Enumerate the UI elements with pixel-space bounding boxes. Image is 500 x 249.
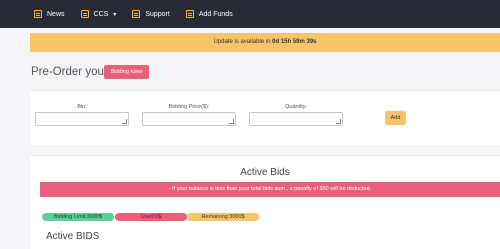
remaining-badge: Remaining:3000$ bbox=[187, 213, 259, 221]
penalty-warning: - If your balance is less than your tota… bbox=[40, 182, 500, 197]
add-button[interactable]: Add bbox=[385, 111, 406, 125]
bin-input[interactable] bbox=[35, 112, 129, 126]
bin-label: Bin: bbox=[77, 104, 87, 110]
nav-item-news[interactable]: News bbox=[34, 10, 65, 18]
nav-item-label: CCS bbox=[93, 10, 109, 18]
bidding-limit-badge: Bidding Limit:3000$ bbox=[42, 213, 114, 221]
banner-text: Update is available in bbox=[213, 39, 273, 45]
quantity-label: Quantity: bbox=[284, 104, 307, 110]
active-bids-card: Active Bids - If your balance is less th… bbox=[30, 155, 500, 249]
countdown: 0d 15h 59m 39s bbox=[272, 39, 317, 45]
nav-item-label: Support bbox=[145, 10, 170, 18]
preorder-form: Bin: Bidding Price($): Quantity: Add bbox=[30, 90, 500, 145]
active-bids-heading: Active BIDS bbox=[46, 231, 100, 242]
bidding-price-input[interactable] bbox=[142, 112, 236, 126]
bidding-rules-button[interactable]: Bidding rules bbox=[104, 65, 149, 79]
news-icon bbox=[34, 10, 42, 18]
nav-item-add-funds[interactable]: Add Funds bbox=[185, 10, 233, 18]
update-banner: Update is available in 0d 15h 59m 39s bbox=[30, 33, 500, 52]
used-badge: Used:0$ bbox=[115, 213, 187, 221]
nav-item-label: News bbox=[47, 10, 65, 18]
support-icon bbox=[132, 10, 141, 18]
active-bids-title: Active Bids bbox=[240, 167, 290, 178]
funds-icon bbox=[185, 10, 194, 18]
card-icon bbox=[80, 10, 89, 18]
chevron-down-icon: ▾ bbox=[113, 11, 117, 18]
top-nav: News CCS ▾ Support Add Funds bbox=[0, 0, 500, 28]
bidding-price-label: Bidding Price($): bbox=[168, 104, 210, 110]
quantity-input[interactable] bbox=[249, 112, 343, 126]
nav-item-support[interactable]: Support bbox=[132, 10, 170, 18]
nav-item-ccs[interactable]: CCS ▾ bbox=[80, 10, 117, 18]
nav-item-label: Add Funds bbox=[198, 10, 233, 18]
